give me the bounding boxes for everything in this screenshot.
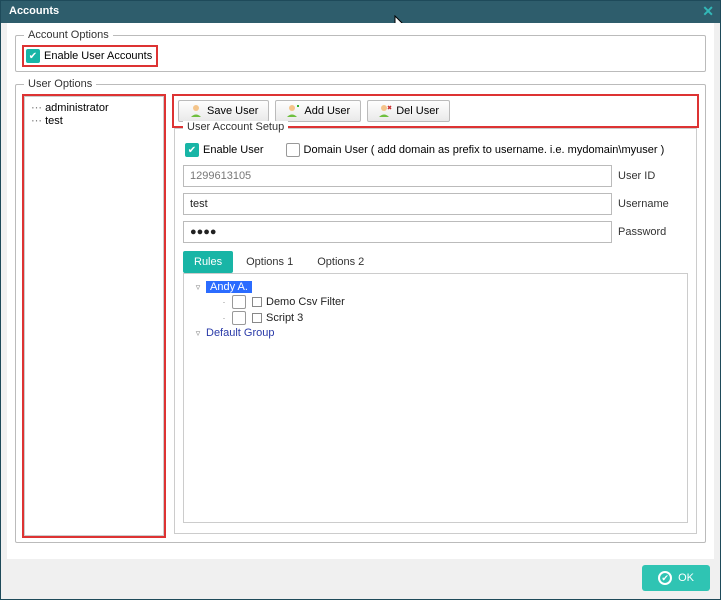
del-user-button[interactable]: Del User [367, 100, 450, 122]
setup-legend: User Account Setup [183, 121, 288, 133]
check-icon: ✔ [185, 143, 199, 157]
collapse-icon[interactable]: ▿ [194, 328, 202, 339]
checkbox-icon[interactable] [232, 311, 246, 325]
user-account-setup: User Account Setup ✔ Enable User ✔ Domai… [174, 128, 697, 534]
page-icon [252, 313, 262, 323]
tree-node[interactable]: · Demo Csv Filter [194, 294, 677, 310]
add-user-button[interactable]: Add User [275, 100, 361, 122]
password-label: Password [618, 226, 688, 238]
accounts-dialog: Accounts ✕ Account Options ✔ Enable User… [0, 0, 721, 600]
leaf-icon: · [220, 313, 228, 323]
ok-check-icon: ✔ [658, 571, 672, 585]
tree-node[interactable]: ▿ Andy A. [194, 280, 677, 294]
user-icon [189, 104, 203, 118]
tab-options-2[interactable]: Options 2 [306, 251, 375, 273]
tree-node[interactable]: ▿ Default Group [194, 326, 677, 340]
username-label: Username [618, 198, 688, 210]
user-id-label: User ID [618, 170, 688, 182]
account-options-legend: Account Options [24, 29, 113, 41]
tree-label: Demo Csv Filter [266, 296, 345, 308]
titlebar: Accounts ✕ [1, 1, 720, 23]
tab-bar: Rules Options 1 Options 2 [183, 251, 688, 273]
user-id-field[interactable] [183, 165, 612, 187]
tree-dot-icon: ⋯ [31, 115, 42, 127]
page-icon [252, 297, 262, 307]
domain-user-checkbox[interactable]: ✔ Domain User ( add domain as prefix to … [284, 141, 669, 159]
expand-icon[interactable]: ▿ [194, 282, 202, 293]
check-icon: ✔ [26, 49, 40, 63]
tab-options-1[interactable]: Options 1 [235, 251, 304, 273]
username-field[interactable] [183, 193, 612, 215]
enable-user-accounts-label: Enable User Accounts [44, 50, 152, 62]
user-plus-icon [286, 104, 300, 118]
user-minus-icon [378, 104, 392, 118]
save-user-button[interactable]: Save User [178, 100, 269, 122]
tab-rules[interactable]: Rules [183, 251, 233, 273]
check-icon: ✔ [286, 143, 300, 157]
tree-label: Script 3 [266, 312, 303, 324]
leaf-icon: · [220, 297, 228, 307]
checkbox-icon[interactable] [232, 295, 246, 309]
tree-dot-icon: ⋯ [31, 102, 42, 114]
password-field[interactable] [183, 221, 612, 243]
user-options-legend: User Options [24, 78, 96, 90]
user-list[interactable]: ⋯ administrator ⋯ test [24, 96, 164, 536]
enable-user-checkbox[interactable]: ✔ Enable User [183, 141, 268, 159]
tree-node[interactable]: · Script 3 [194, 310, 677, 326]
user-options-group: User Options ⋯ administrator ⋯ test Save… [15, 78, 706, 543]
right-column: Save User Add User Del User User Account… [174, 96, 697, 536]
window-title: Accounts [9, 5, 59, 17]
enable-user-accounts-checkbox[interactable]: ✔ Enable User Accounts [24, 47, 156, 65]
ok-button[interactable]: ✔ OK [642, 565, 710, 591]
list-item[interactable]: ⋯ administrator [31, 101, 157, 114]
dialog-footer: ✔ OK [642, 565, 710, 591]
tree-label: Andy A. [206, 281, 252, 293]
tree-label: Default Group [206, 327, 274, 339]
close-icon[interactable]: ✕ [702, 3, 714, 20]
list-item[interactable]: ⋯ test [31, 114, 157, 127]
rules-tree[interactable]: ▿ Andy A. · Demo Csv Filter · [183, 273, 688, 523]
content-area: Account Options ✔ Enable User Accounts U… [7, 23, 714, 559]
account-options-group: Account Options ✔ Enable User Accounts [15, 29, 706, 72]
